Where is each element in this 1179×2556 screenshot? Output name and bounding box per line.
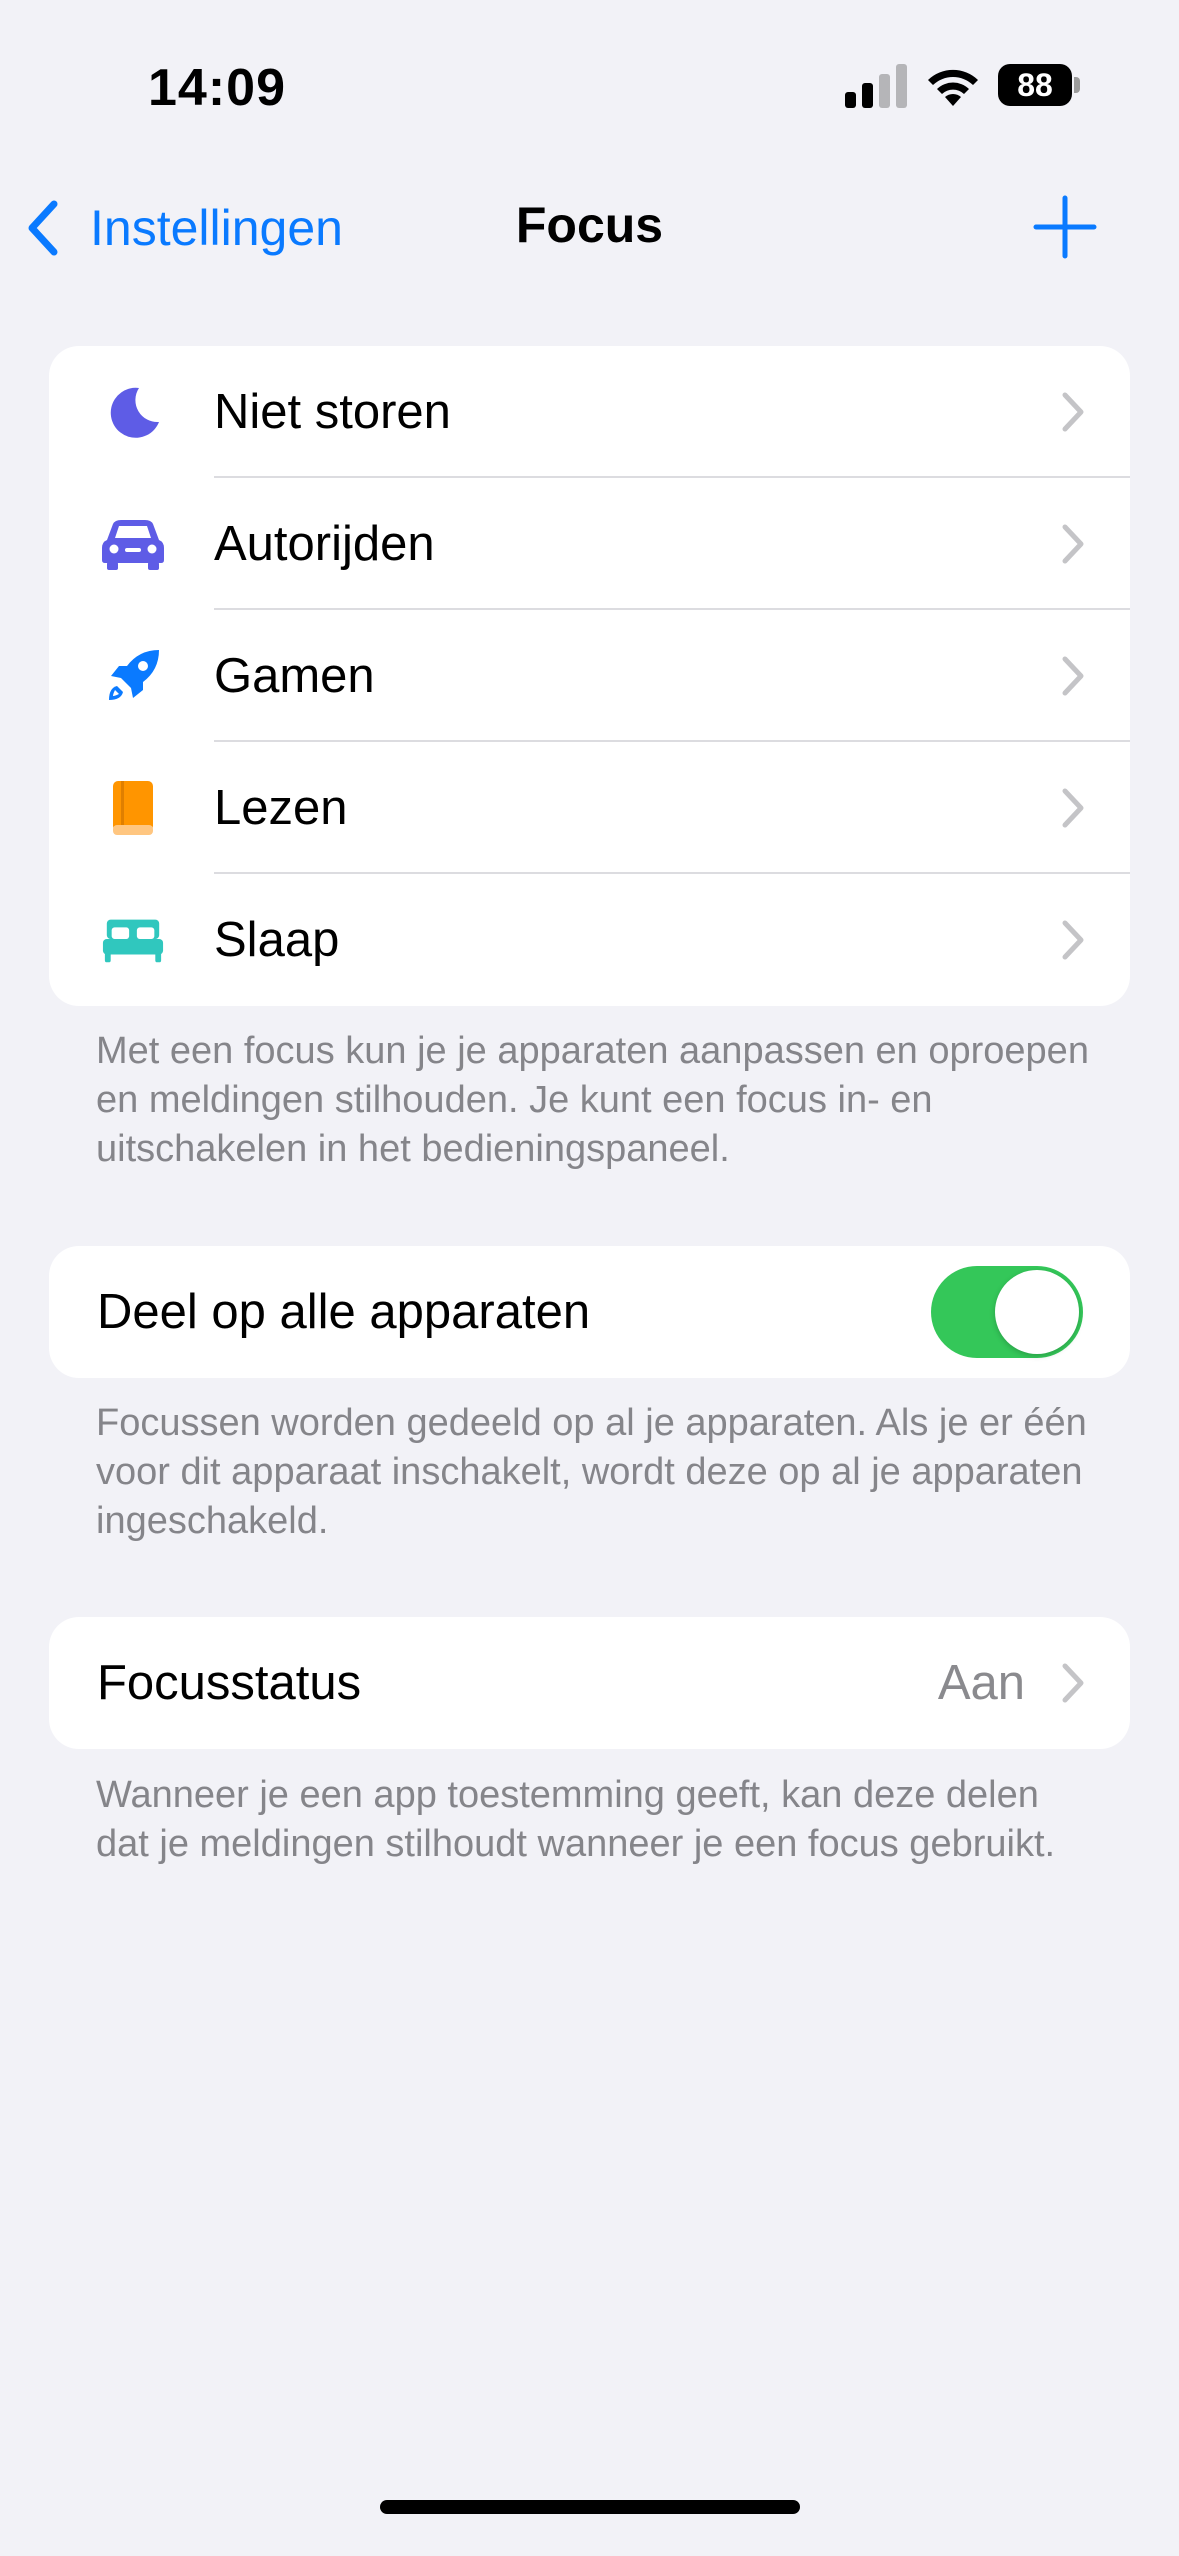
focus-label: Niet storen — [214, 385, 451, 439]
focus-row-niet-storen[interactable]: Niet storen — [49, 346, 1130, 478]
status-time: 14:09 — [148, 59, 286, 117]
moon-icon — [101, 380, 165, 444]
chevron-right-icon — [1062, 920, 1084, 960]
page-title: Focus — [515, 197, 664, 253]
focus-status-label: Focusstatus — [97, 1656, 362, 1710]
status-bar: 14:09 88 — [0, 0, 1179, 170]
focus-row-gamen[interactable]: Gamen — [49, 610, 1130, 742]
focus-modes-list: Niet storen Autorijden Gamen Lezen Slaap — [49, 346, 1130, 1006]
share-label: Deel op alle apparaten — [97, 1285, 591, 1339]
book-icon — [101, 776, 165, 840]
focus-row-lezen[interactable]: Lezen — [49, 742, 1130, 874]
chevron-right-icon — [1062, 524, 1084, 564]
signal-icon — [845, 64, 907, 108]
bed-icon — [101, 908, 165, 972]
toggle-knob — [995, 1270, 1079, 1354]
rocket-icon — [101, 644, 165, 708]
share-group: Deel op alle apparaten — [49, 1246, 1130, 1378]
focus-status-group: Focusstatus Aan — [49, 1617, 1130, 1749]
car-icon — [101, 512, 165, 576]
battery-icon: 88 — [998, 64, 1080, 106]
focus-label: Autorijden — [214, 517, 435, 571]
battery-level: 88 — [998, 64, 1072, 106]
chevron-right-icon — [1062, 788, 1084, 828]
focus-row-autorijden[interactable]: Autorijden — [49, 478, 1130, 610]
chevron-right-icon — [1062, 392, 1084, 432]
chevron-right-icon — [1062, 1663, 1084, 1703]
home-indicator[interactable] — [380, 2500, 800, 2514]
status-footnote: Wanneer je een app toestemming geeft, ka… — [96, 1774, 1056, 1865]
focus-row-slaap[interactable]: Slaap — [49, 874, 1130, 1006]
focus-label: Slaap — [214, 913, 340, 967]
plus-icon[interactable] — [1030, 192, 1100, 262]
focus-label: Lezen — [214, 781, 348, 835]
share-toggle[interactable] — [931, 1266, 1083, 1358]
wifi-icon — [928, 69, 978, 106]
focus-label: Gamen — [214, 649, 375, 703]
focus-status-value: Aan — [937, 1656, 1025, 1710]
share-footnote: Focussen worden gedeeld op al je apparat… — [96, 1402, 1087, 1542]
focus-status-row[interactable]: Focusstatus Aan — [49, 1617, 1130, 1749]
chevron-right-icon — [1062, 656, 1084, 696]
share-row: Deel op alle apparaten — [49, 1246, 1130, 1378]
focus-footnote: Met een focus kun je je apparaten aanpas… — [96, 1030, 1089, 1170]
